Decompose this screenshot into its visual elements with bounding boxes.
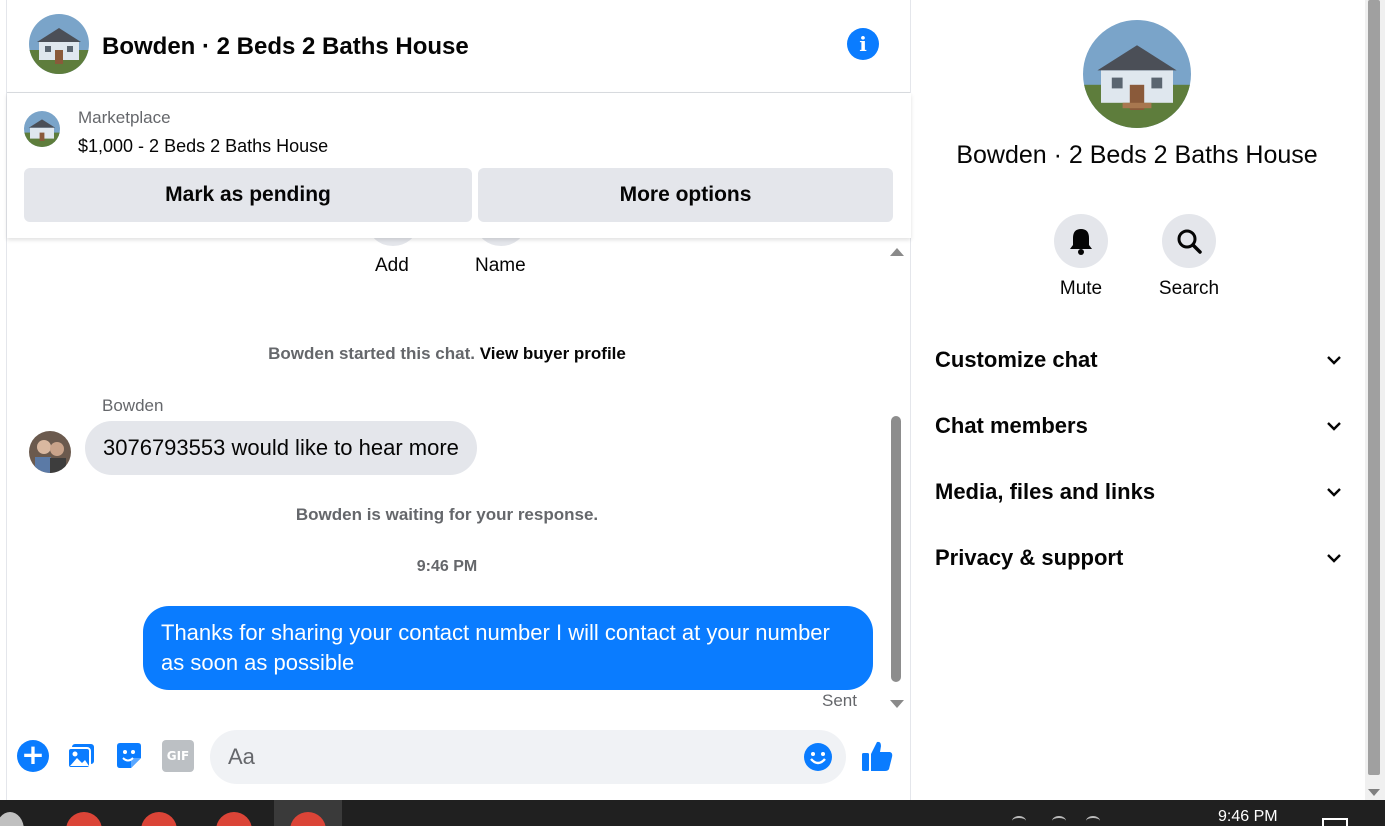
sender-name: Bowden xyxy=(102,396,164,415)
window-scroll-thumb[interactable] xyxy=(1368,0,1380,775)
network-icon[interactable] xyxy=(1052,816,1066,826)
chat-pane: Bowden · 2 Beds 2 Baths House i Marketpl… xyxy=(6,0,911,800)
chrome-icon[interactable] xyxy=(216,812,252,826)
section-title: Privacy & support xyxy=(935,545,1124,570)
chat-started-notice: Bowden started this chat. View buyer pro… xyxy=(7,344,887,364)
os-taskbar: 9:46 PM xyxy=(0,800,1385,826)
info-title: Bowden · 2 Beds 2 Baths House xyxy=(956,141,1318,169)
mute-label: Mute xyxy=(1059,278,1103,299)
message-input[interactable] xyxy=(210,730,846,784)
info-icon[interactable]: i xyxy=(847,28,879,60)
emoji-icon[interactable] xyxy=(803,742,833,772)
window-scroll-down-arrow[interactable] xyxy=(1368,789,1380,796)
view-buyer-profile-link[interactable]: View buyer profile xyxy=(480,344,626,363)
marketplace-listing-card: Marketplace $1,000 - 2 Beds 2 Baths Hous… xyxy=(7,93,911,238)
gif-icon[interactable]: GIF xyxy=(162,740,194,772)
search-label: Search xyxy=(1158,278,1220,299)
search-button[interactable]: Search xyxy=(1144,214,1234,300)
start-app-icon[interactable] xyxy=(0,812,24,826)
name-action-circle[interactable] xyxy=(477,238,525,246)
section-title: Chat members xyxy=(935,413,1088,438)
chrome-icon[interactable] xyxy=(66,812,102,826)
message-scrollbar[interactable] xyxy=(889,248,904,708)
notification-icon[interactable] xyxy=(1322,818,1348,826)
listing-avatar[interactable] xyxy=(29,14,89,74)
chat-header: Bowden · 2 Beds 2 Baths House i xyxy=(7,0,911,93)
bell-icon[interactable] xyxy=(1054,214,1108,268)
message-composer: + GIF xyxy=(7,718,911,798)
chevron-down-icon xyxy=(1327,356,1341,365)
taskbar-clock[interactable]: 9:46 PM xyxy=(1218,808,1278,826)
search-icon[interactable] xyxy=(1162,214,1216,268)
name-action-label[interactable]: Name xyxy=(475,255,526,277)
info-listing-avatar[interactable] xyxy=(1083,20,1191,128)
section-customize-chat[interactable]: Customize chat xyxy=(935,339,1343,379)
add-action-label[interactable]: Add xyxy=(375,255,409,277)
scroll-down-arrow[interactable] xyxy=(890,700,904,708)
thumbs-up-icon[interactable] xyxy=(859,738,895,774)
chevron-down-icon xyxy=(1327,422,1341,431)
section-media-files-links[interactable]: Media, files and links xyxy=(935,471,1343,511)
photo-icon[interactable] xyxy=(65,740,97,772)
chat-title[interactable]: Bowden · 2 Beds 2 Baths House xyxy=(102,33,469,61)
conversation-info-panel: Bowden · 2 Beds 2 Baths House Mute Searc… xyxy=(910,0,1365,800)
mute-button[interactable]: Mute xyxy=(1036,214,1126,300)
chevron-down-icon xyxy=(1327,488,1341,497)
waiting-notice: Bowden is waiting for your response. xyxy=(295,505,599,524)
sticker-icon[interactable] xyxy=(113,740,145,772)
chevron-down-icon xyxy=(1327,554,1341,563)
listing-thumbnail[interactable] xyxy=(24,111,60,147)
sender-avatar[interactable] xyxy=(29,431,71,473)
messenger-window: Bowden · 2 Beds 2 Baths House i Marketpl… xyxy=(0,0,1385,826)
message-list: Add Name Bowden started this chat. View … xyxy=(7,238,911,710)
wifi-icon[interactable] xyxy=(1012,816,1026,826)
marketplace-label: Marketplace xyxy=(78,108,171,127)
window-scrollbar[interactable] xyxy=(1365,0,1385,800)
outgoing-message-bubble[interactable]: Thanks for sharing your contact number I… xyxy=(143,606,873,690)
message-timestamp: 9:46 PM xyxy=(416,558,478,575)
scroll-up-arrow[interactable] xyxy=(890,248,904,256)
add-action-circle[interactable] xyxy=(369,238,417,246)
section-title: Media, files and links xyxy=(935,479,1156,504)
chrome-icon[interactable] xyxy=(141,812,177,826)
volume-icon[interactable] xyxy=(1086,816,1100,826)
scroll-thumb[interactable] xyxy=(891,416,901,682)
mark-as-pending-button[interactable]: Mark as pending xyxy=(24,168,472,222)
more-options-button[interactable]: More options xyxy=(478,168,893,222)
listing-price-title[interactable]: $1,000 - 2 Beds 2 Baths House xyxy=(78,136,328,157)
chat-started-text: Bowden started this chat. xyxy=(268,344,475,363)
section-privacy-support[interactable]: Privacy & support xyxy=(935,537,1343,577)
incoming-message-bubble[interactable]: 3076793553 would like to hear more xyxy=(85,421,477,475)
plus-icon[interactable]: + xyxy=(17,740,49,772)
section-title: Customize chat xyxy=(935,347,1098,372)
section-chat-members[interactable]: Chat members xyxy=(935,405,1343,445)
sent-status: Sent xyxy=(822,691,857,710)
